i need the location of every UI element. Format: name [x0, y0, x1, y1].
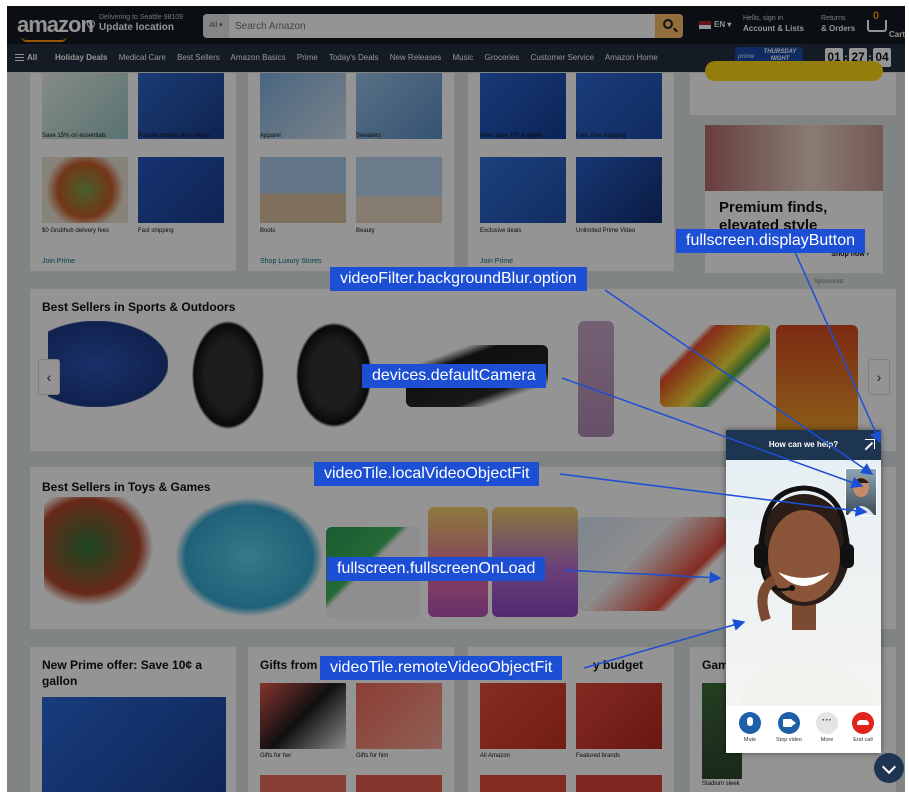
annotation-label: videoTile.localVideoObjectFit [314, 462, 540, 486]
annotation-label: videoTile.remoteVideoObjectFit [320, 656, 563, 680]
arrow-local-video-fit [559, 473, 868, 517]
annotation-label: videoFilter.backgroundBlur.option [330, 267, 587, 291]
arrow-remote-video-fit [583, 619, 746, 669]
arrow-default-camera [561, 377, 864, 489]
arrow-background-blur [604, 289, 874, 475]
annotation-label: fullscreen.fullscreenOnLoad [327, 557, 546, 581]
annotation-label: devices.defaultCamera [362, 364, 546, 388]
annotation-label: fullscreen.displayButton [676, 229, 865, 253]
arrow-fullscreen-display [794, 251, 882, 444]
arrow-fullscreen-on-load [563, 569, 722, 584]
